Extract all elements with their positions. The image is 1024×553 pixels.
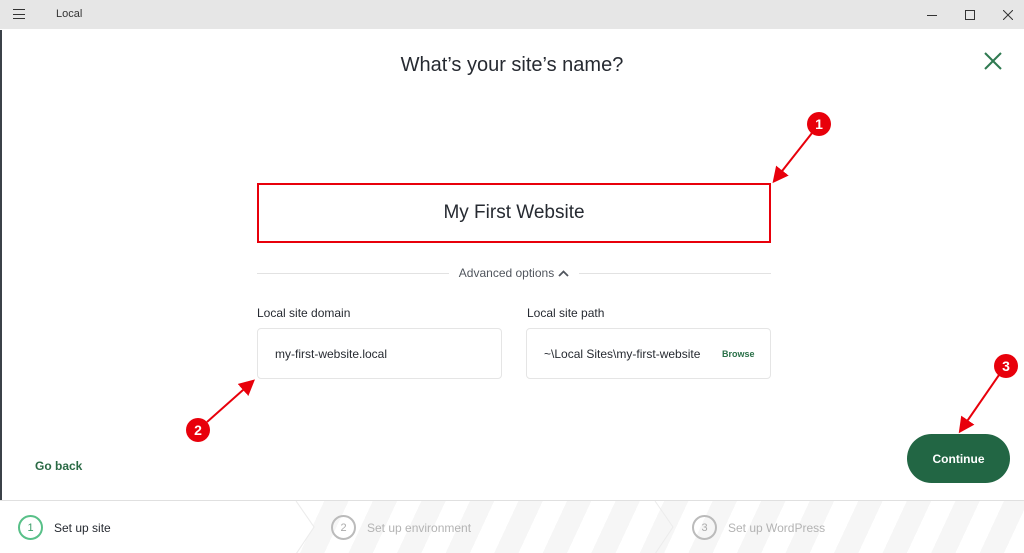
site-name-input[interactable]	[259, 202, 769, 224]
step-label: Set up environment	[367, 520, 472, 535]
window-close-icon	[1003, 9, 1013, 20]
step-number-badge: 3	[692, 515, 717, 540]
hamburger-menu-icon[interactable]	[13, 9, 25, 19]
chevron-up-icon	[558, 269, 569, 277]
app-title: Local	[56, 8, 83, 20]
browse-button[interactable]: Browse	[722, 349, 755, 359]
annotation-number: 2	[194, 422, 202, 438]
advanced-options-row: Advanced options	[257, 263, 771, 283]
minimize-icon	[927, 14, 937, 16]
title-bar: Local	[0, 0, 1024, 29]
window-close-button[interactable]	[985, 0, 1024, 29]
maximize-icon	[965, 9, 975, 20]
annotation-1: 1	[772, 112, 831, 184]
local-site-domain-input[interactable]	[275, 346, 485, 361]
go-back-link[interactable]: Go back	[35, 459, 82, 473]
annotation-3: 3	[958, 354, 1018, 434]
site-name-field	[257, 183, 771, 243]
step-label: Set up WordPress	[728, 520, 826, 535]
annotation-number: 1	[815, 116, 823, 132]
step-set-up-site: 1 Set up site	[18, 501, 111, 553]
step-set-up-environment: 2 Set up environment	[331, 501, 471, 553]
setup-steps-bar: 1 Set up site 2 Set up environment 3 Set…	[0, 500, 1024, 553]
step-number-badge: 2	[331, 515, 356, 540]
step-number-badge: 1	[18, 515, 43, 540]
divider-right	[579, 272, 771, 274]
window-left-edge	[0, 30, 2, 553]
continue-button[interactable]: Continue	[907, 434, 1010, 483]
local-site-domain-field	[257, 328, 502, 379]
advanced-options-label: Advanced options	[458, 266, 555, 280]
page-title: What’s your site’s name?	[400, 54, 624, 76]
local-site-path-input[interactable]	[544, 346, 712, 361]
local-site-domain-label: Local site domain	[257, 306, 351, 320]
annotation-2: 2	[186, 379, 255, 442]
local-site-path-field: Browse	[526, 328, 771, 379]
step-separators	[0, 501, 674, 553]
step-label: Set up site	[54, 520, 111, 535]
advanced-options-toggle[interactable]: Advanced options	[449, 266, 579, 280]
divider-left	[257, 272, 449, 274]
local-site-path-label: Local site path	[527, 306, 605, 320]
annotation-number: 3	[1002, 358, 1010, 374]
step-set-up-wordpress: 3 Set up WordPress	[692, 501, 825, 553]
